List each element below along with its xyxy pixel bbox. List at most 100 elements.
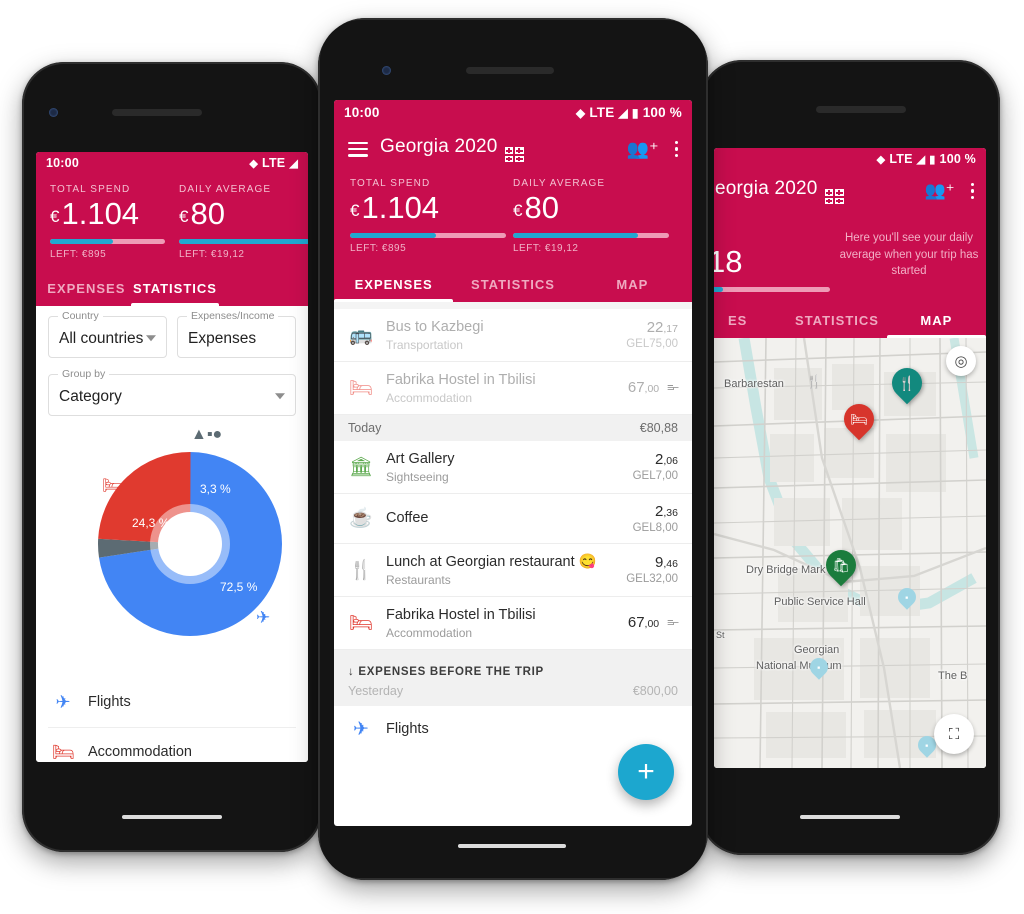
country-filter-value: All countries xyxy=(59,329,144,347)
legend-label-accommodation: Accommodation xyxy=(88,744,192,761)
expense-original-amount: GEL8,00 xyxy=(632,521,678,534)
tab-statistics-left[interactable]: STATISTICS xyxy=(130,270,220,306)
total-spend-value: €1.104 xyxy=(350,191,513,225)
donut-label-other: 3,3 % xyxy=(200,481,231,496)
status-bar-center: 10:00 ◆ LTE ◢ ▮ 100 % xyxy=(334,100,692,125)
coffee-icon: ☕ xyxy=(349,508,373,530)
table-row[interactable]: 🚌 Bus to Kazbegi Transportation 22,17 GE… xyxy=(334,309,692,362)
add-person-icon-right[interactable]: 👥⁺ xyxy=(924,181,954,201)
group-by-filter-label: Group by xyxy=(58,367,110,380)
total-spend-value-left: €1.104 xyxy=(50,197,165,231)
expenses-income-filter-value: Expenses xyxy=(188,329,257,347)
tab-statistics-right[interactable]: STATISTICS xyxy=(787,302,886,338)
home-indicator-left xyxy=(122,815,222,819)
bus-icon: 🚌 xyxy=(349,324,373,346)
expense-title: Flights xyxy=(386,721,429,738)
country-filter[interactable]: Country All countries xyxy=(48,309,167,358)
chevron-down-icon-groupby xyxy=(275,392,285,399)
earpiece-speaker-right xyxy=(816,106,906,113)
screenshot-stage: 10:00 ◆ LTE ◢ TOTAL SPEND €1.104 LEFT: € xyxy=(0,0,1024,914)
map-label-georgian: Georgian xyxy=(794,644,840,656)
home-indicator-center xyxy=(458,844,566,848)
tab-expenses[interactable]: EXPENSES xyxy=(334,266,454,302)
summary-daily-center: DAILY AVERAGE €80 LEFT: €19,12 xyxy=(513,178,676,254)
daily-average-value-left: €80 xyxy=(179,197,294,231)
table-row[interactable]: 🍴 Lunch at Georgian restaurant 😋 Restaur… xyxy=(334,544,692,597)
expense-original-amount: GEL7,00 xyxy=(632,470,678,483)
map-label-drybridge: Dry Bridge Mark xyxy=(746,564,826,576)
app-title-center: Georgia 2020 xyxy=(380,136,524,163)
bed-icon: 🛏 xyxy=(348,612,374,634)
tab-map-right[interactable]: MAP xyxy=(886,302,986,338)
fullscreen-button[interactable]: ⛶ xyxy=(934,714,974,754)
network-label-left: LTE xyxy=(262,156,286,170)
summary-daily-left: DAILY AVERAGE €80 LEFT: €19,12 xyxy=(179,184,308,260)
add-expense-button[interactable]: + xyxy=(618,744,674,800)
group-by-filter[interactable]: Group by Category xyxy=(48,367,296,416)
front-camera-left xyxy=(49,108,58,117)
tab-bar-left: EXPENSES STATISTICS xyxy=(36,269,308,306)
map-label-theb: The B xyxy=(938,670,968,682)
kebab-menu-icon-right[interactable] xyxy=(970,183,974,200)
tab-statistics[interactable]: STATISTICS xyxy=(453,266,572,302)
appbar-right: Georgia 2020 👥⁺ 18 Here you'll see your … xyxy=(714,170,986,338)
battery-icon-right: ▮ xyxy=(929,153,936,166)
table-row[interactable]: 🏛 Art Gallery Sightseeing 2,06 GEL7,00 xyxy=(334,441,692,494)
total-left-label: LEFT: €895 xyxy=(350,242,407,254)
daily-average-hint: Here you'll see your daily average when … xyxy=(839,232,979,278)
wifi-icon: ◆ xyxy=(249,157,259,170)
daily-progress-left xyxy=(179,238,308,244)
earpiece-speaker-left xyxy=(112,109,202,116)
earpiece-speaker-center xyxy=(466,67,554,74)
museum-icon: 🏛 xyxy=(348,456,374,478)
table-row[interactable]: 🛏 Fabrika Hostel in Tbilisi Accommodatio… xyxy=(334,597,692,650)
expenses-income-filter-label: Expenses/Income xyxy=(187,309,279,322)
expense-category: Restaurants xyxy=(386,572,451,587)
daily-average-label: DAILY AVERAGE xyxy=(513,178,606,190)
battery-icon-center: ▮ xyxy=(631,105,639,120)
tab-bar-right: ES STATISTICS MAP xyxy=(714,302,986,338)
signal-icon: ◢ xyxy=(289,157,298,170)
hamburger-menu-icon[interactable] xyxy=(348,138,368,161)
split-expense-icon: ≡⌐ xyxy=(667,381,679,394)
map-view[interactable]: Barbarestan 🍴 Dry Bridge Mark Public Ser… xyxy=(714,338,986,768)
appbar-top-center: Georgia 2020 👥⁺ xyxy=(334,125,692,168)
expense-original-amount: GEL75,00 xyxy=(626,338,678,351)
statistics-body-left: Country All countries Expenses/Income Ex… xyxy=(36,305,308,762)
restaurant-icon: 🍴 xyxy=(349,559,373,581)
daily-average-value: €80 xyxy=(513,191,676,225)
expense-title: Fabrika Hostel in Tbilisi xyxy=(386,606,536,623)
split-expense-icon: ≡⌐ xyxy=(667,616,679,629)
legend-item-accommodation[interactable]: 🛏 Accommodation xyxy=(48,728,296,762)
category-donut-chart: 3,3 % 24,3 % 72,5 % ▲▪● 🛏 ✈ xyxy=(48,426,296,660)
airplane-icon-chart: ✈ xyxy=(256,607,271,627)
total-left-label-left: LEFT: €895 xyxy=(50,248,107,260)
total-spend-label-left: TOTAL SPEND xyxy=(50,184,131,195)
airplane-icon-legend: ✈ xyxy=(55,691,71,712)
summary-total-center: TOTAL SPEND €1.104 LEFT: €895 xyxy=(350,178,513,254)
tab-map[interactable]: MAP xyxy=(573,266,692,302)
my-location-icon: ◎ xyxy=(954,353,968,370)
expense-amount: 9,46 xyxy=(655,554,678,572)
add-person-icon[interactable]: 👥⁺ xyxy=(627,139,659,160)
daily-average-label-left: DAILY AVERAGE xyxy=(179,184,272,195)
status-time-center: 10:00 xyxy=(344,105,380,120)
legend-item-flights[interactable]: ✈ Flights xyxy=(48,678,296,728)
table-row[interactable]: 🛏 Fabrika Hostel in Tbilisi Accommodatio… xyxy=(334,362,692,415)
map-label-publicservicehall: Public Service Hall xyxy=(774,596,866,608)
table-row[interactable]: ☕ Coffee 2,36 GEL8,00 xyxy=(334,494,692,544)
tab-map-left[interactable] xyxy=(219,270,308,306)
expenses-income-filter[interactable]: Expenses/Income Expenses xyxy=(177,309,296,358)
kebab-menu-icon[interactable] xyxy=(674,141,678,158)
total-progress-left xyxy=(50,238,165,244)
battery-label-center: 100 % xyxy=(642,105,682,120)
expense-list[interactable]: 🚌 Bus to Kazbegi Transportation 22,17 GE… xyxy=(334,301,692,753)
tab-expenses-left[interactable]: EXPENSES xyxy=(42,270,131,306)
battery-label-right: 100 % xyxy=(939,152,976,166)
tab-expenses-right[interactable]: ES xyxy=(714,302,787,338)
screen-center: 10:00 ◆ LTE ◢ ▮ 100 % Georgia 2020 👥⁺ TO… xyxy=(334,100,692,826)
map-label-st: St xyxy=(716,630,725,640)
my-location-button[interactable]: ◎ xyxy=(946,346,976,376)
summary-total-left: TOTAL SPEND €1.104 LEFT: €895 xyxy=(50,184,165,260)
before-trip-header[interactable]: ↓ EXPENSES BEFORE THE TRIP xyxy=(334,649,692,682)
